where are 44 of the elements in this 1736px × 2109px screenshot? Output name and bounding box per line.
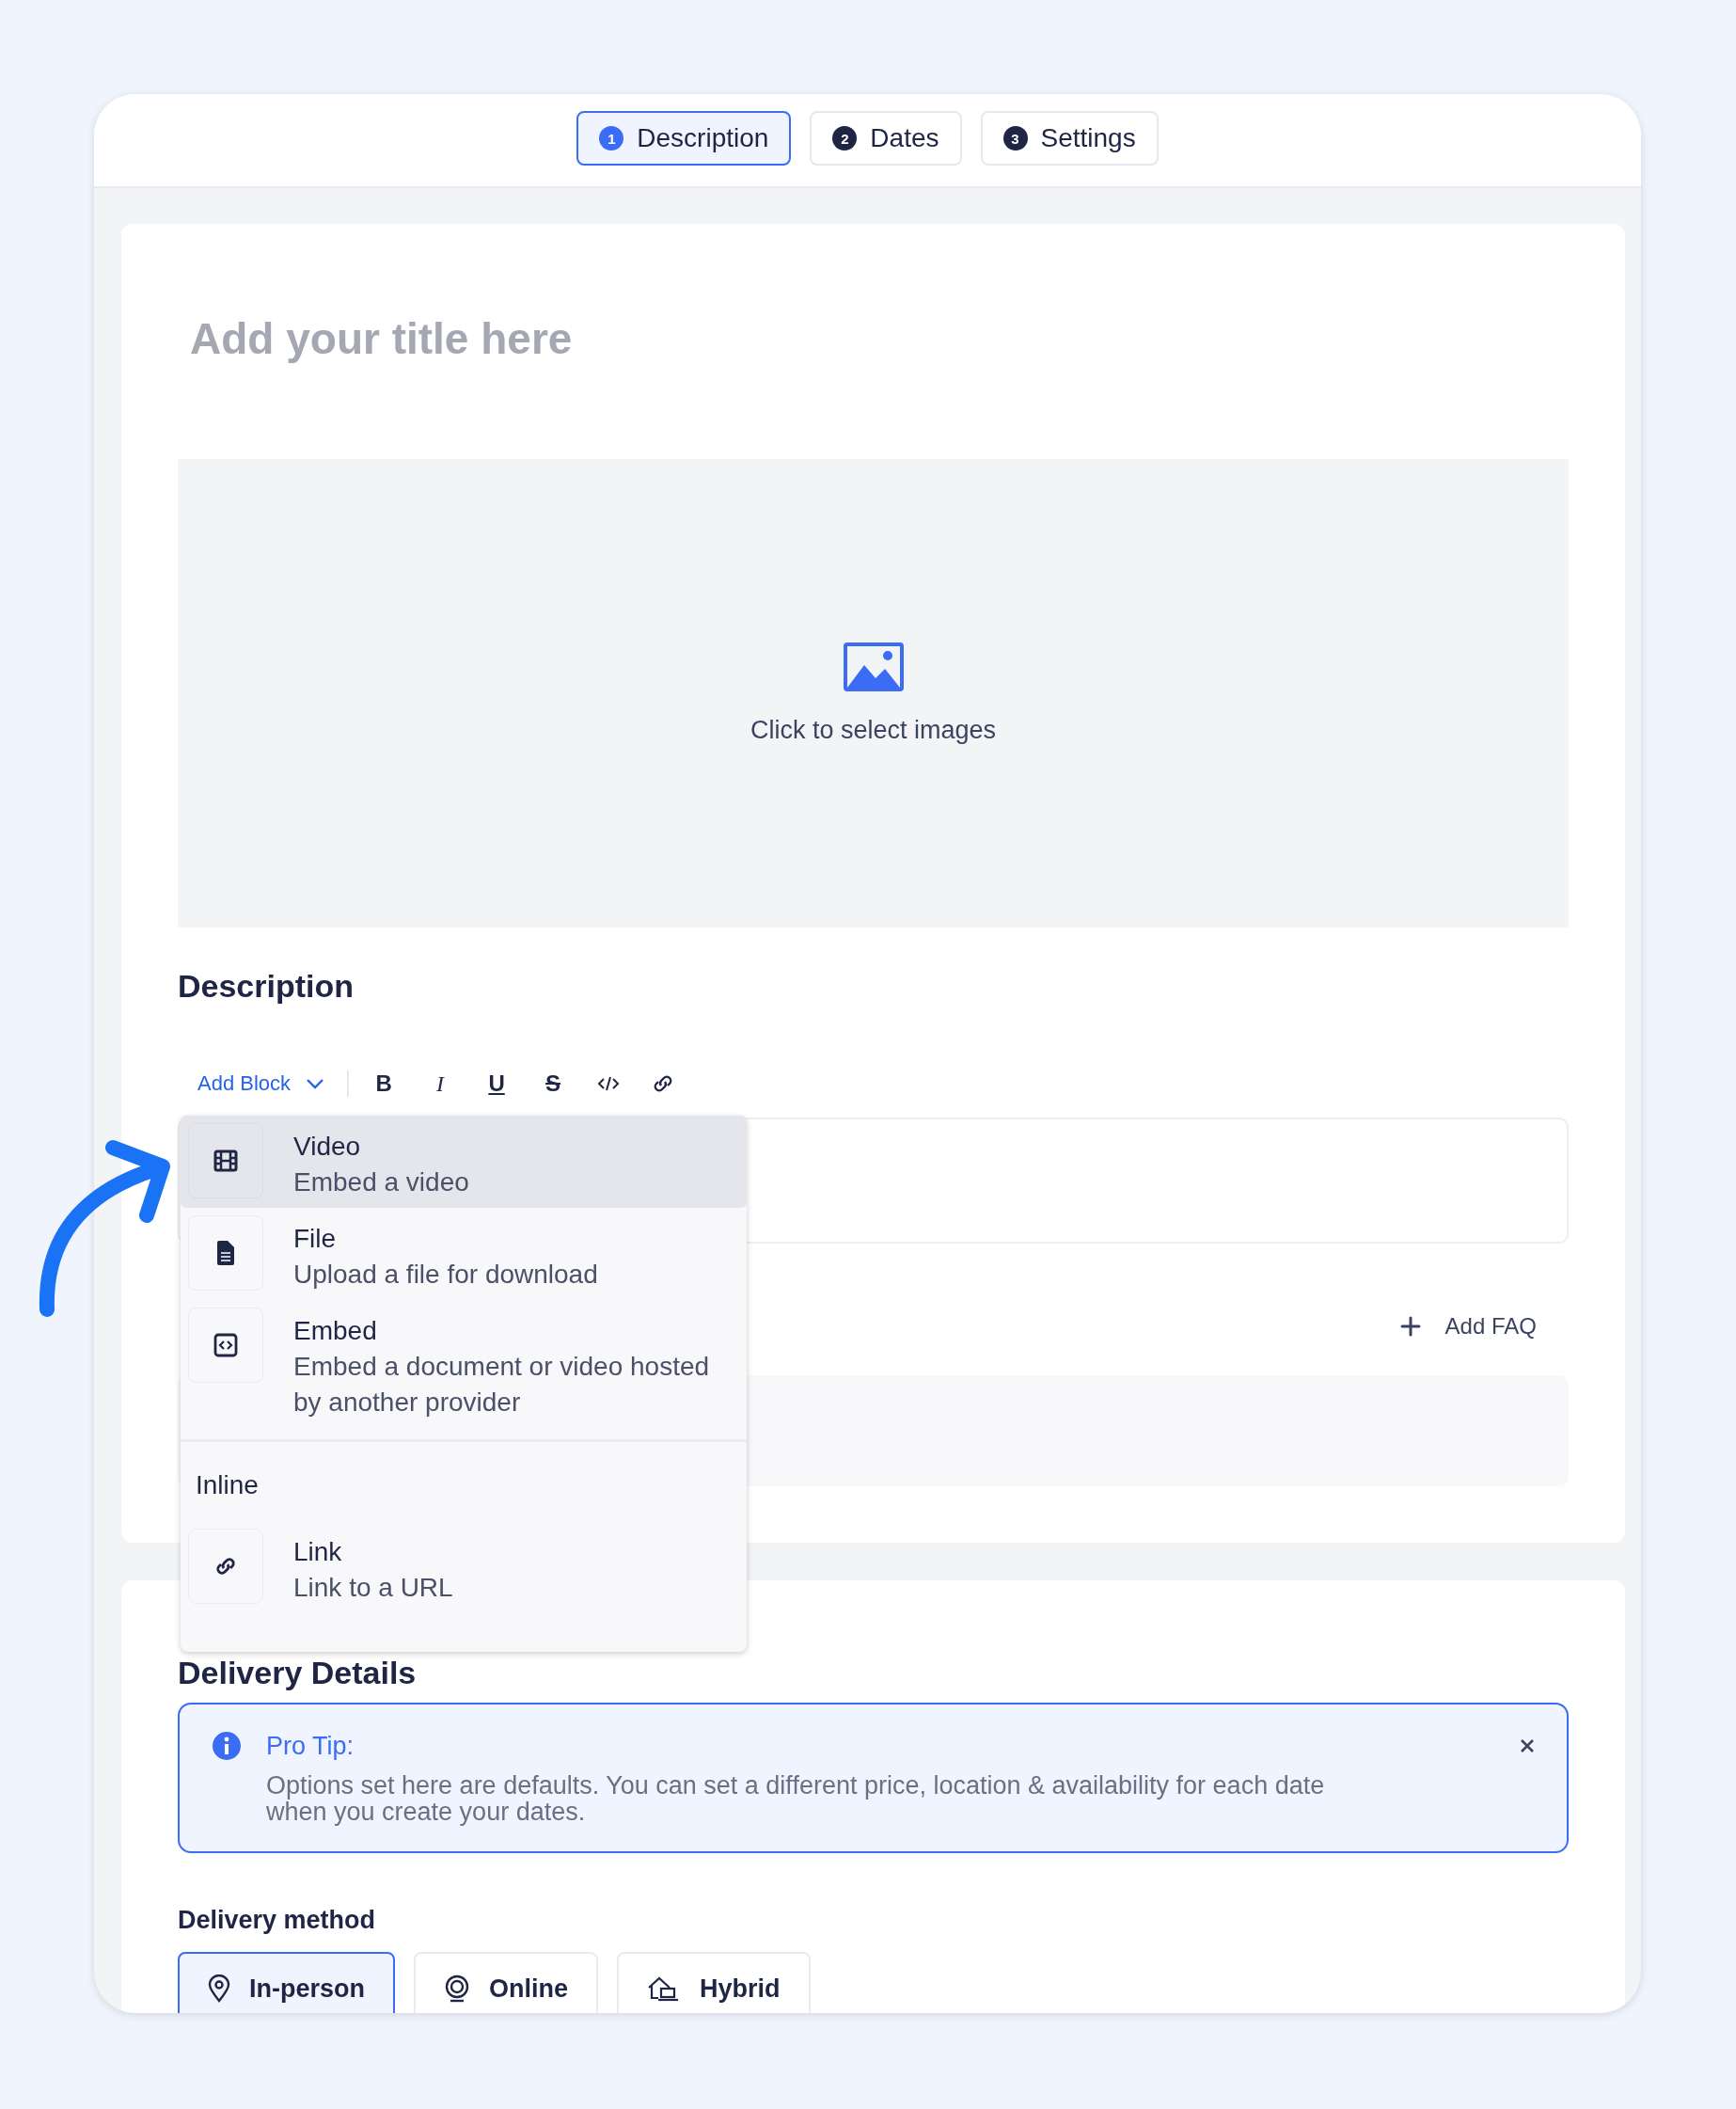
menu-item[interactable]: File Upload a file for download <box>181 1208 747 1300</box>
film-icon <box>213 1150 238 1172</box>
menu-item[interactable]: Video Embed a video <box>181 1116 747 1208</box>
image-icon <box>843 642 904 691</box>
menu-section-heading: Inline <box>195 1470 260 1501</box>
image-upload-area[interactable]: Click to select images <box>178 459 1569 928</box>
menu-item-description: Upload a file for download <box>293 1259 598 1291</box>
section-heading: Description <box>178 967 355 1005</box>
close-icon[interactable] <box>1520 1738 1535 1753</box>
caret-icon <box>306 1078 325 1089</box>
code-icon[interactable] <box>597 1074 621 1093</box>
menu-item[interactable]: Link Link to a URL <box>181 1521 747 1613</box>
upload-label: Click to select images <box>750 715 997 745</box>
tip-title: Pro Tip: <box>266 1731 355 1761</box>
step-tab[interactable]: 3 Settings <box>980 111 1159 166</box>
strike-button[interactable]: S <box>541 1070 566 1097</box>
menu-item-title: Embed <box>293 1315 378 1347</box>
step-tab[interactable]: 1 Description <box>576 111 792 166</box>
tip-text: Options set here are defaults. You can set a different price, location & availability for each date when you create your dates. <box>266 1772 1326 1825</box>
info-icon <box>212 1731 242 1761</box>
menu-item-title: Link <box>293 1536 343 1568</box>
menu-item-description: Embed a video <box>293 1166 469 1198</box>
menu-item-description: Link to a URL <box>293 1572 453 1604</box>
menu-item-title: Video <box>293 1131 362 1163</box>
webcam-icon <box>444 1974 470 2003</box>
add-block-button[interactable]: Add Block <box>197 1071 325 1096</box>
menu-item[interactable]: Embed Embed a document or video hosted by another provider <box>181 1300 747 1428</box>
menu-item-description: Embed a document or video hosted by another provider <box>293 1351 711 1419</box>
italic-button[interactable]: I <box>428 1070 453 1097</box>
add-faq-button[interactable]: Add FAQ <box>1399 1313 1537 1340</box>
delivery-method-option[interactable]: Hybrid <box>617 1952 811 2013</box>
delivery-method-option[interactable]: In-person <box>178 1952 395 2013</box>
underline-button[interactable]: U <box>484 1070 510 1097</box>
section-heading: Delivery Details <box>178 1654 418 1691</box>
field-label: Delivery method <box>178 1906 377 1935</box>
plus-icon <box>1399 1316 1421 1337</box>
delivery-method-option[interactable]: Online <box>414 1952 599 2013</box>
menu-item-title: File <box>293 1223 338 1255</box>
step-tab[interactable]: 2 Dates <box>810 111 962 166</box>
link-icon <box>213 1556 238 1577</box>
embed-icon <box>213 1333 238 1357</box>
document-icon <box>215 1240 236 1266</box>
location-pin-icon <box>208 1974 230 2003</box>
bold-button[interactable]: B <box>371 1070 397 1097</box>
